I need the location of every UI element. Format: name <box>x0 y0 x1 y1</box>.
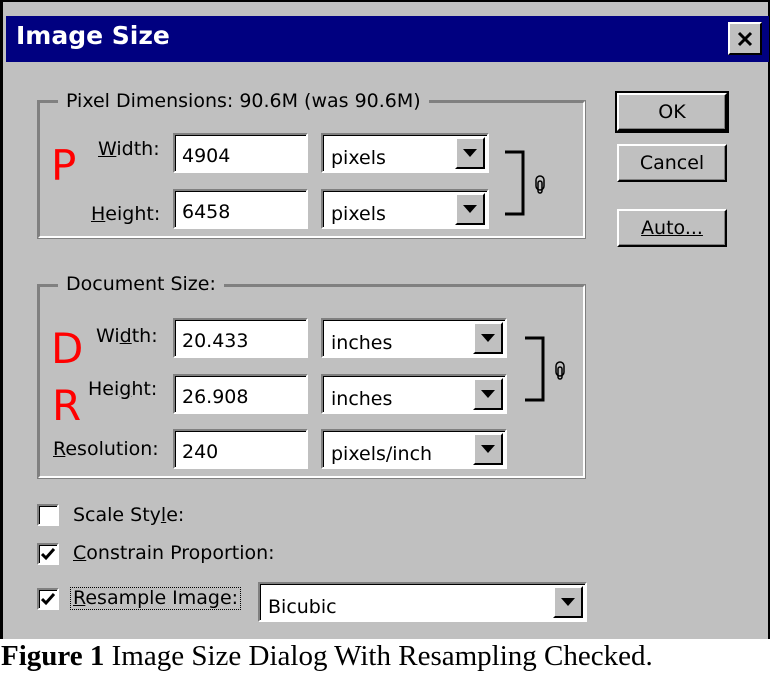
pixel-dimensions-legend: Pixel Dimensions: 90.6M (was 90.6M) <box>58 92 429 111</box>
document-height-label: Height: <box>88 378 158 400</box>
figure-caption: Figure 1 Image Size Dialog With Resampli… <box>1 640 653 672</box>
document-width-unit: inches <box>331 332 393 354</box>
close-icon <box>737 31 753 46</box>
resample-image-label: Resample Image: <box>69 587 242 610</box>
document-height-input[interactable]: 26.908 <box>173 374 308 414</box>
dropdown-arrow-icon[interactable] <box>473 378 503 410</box>
scale-styles-label: Scale Style: <box>73 504 185 526</box>
constrain-proportions-label: Constrain Proportion: <box>73 542 275 564</box>
checkmark-icon <box>41 548 55 561</box>
pixel-width-input[interactable]: 4904 <box>173 133 308 173</box>
image-size-dialog: Image Size Pixel Dimensions: 90.6M (was … <box>0 0 770 639</box>
pixel-width-label: Width: <box>98 138 160 160</box>
resolution-unit: pixels/inch <box>331 443 433 465</box>
document-width-input[interactable]: 20.433 <box>173 318 308 358</box>
resample-image-checkbox[interactable] <box>37 588 59 610</box>
pixel-height-unit-select[interactable]: pixels <box>321 189 489 229</box>
resolution-label: Resolution: <box>53 438 159 460</box>
dropdown-arrow-icon[interactable] <box>455 137 485 169</box>
document-marker-r: R <box>52 381 82 430</box>
document-size-legend: Document Size: <box>58 275 224 294</box>
pixel-width-unit-select[interactable]: pixels <box>321 133 489 173</box>
dropdown-arrow-icon[interactable] <box>455 193 485 225</box>
pixel-height-unit: pixels <box>331 203 386 225</box>
cancel-button[interactable]: Cancel <box>617 144 727 182</box>
resample-method: Bicubic <box>268 596 337 618</box>
pixel-height-label: Height: <box>91 203 161 225</box>
document-height-unit-select[interactable]: inches <box>321 374 507 414</box>
scale-styles-checkbox[interactable] <box>37 504 59 526</box>
resolution-unit-select[interactable]: pixels/inch <box>321 429 507 469</box>
dropdown-arrow-icon[interactable] <box>473 322 503 354</box>
ok-button[interactable]: OK <box>615 91 729 133</box>
document-width-unit-select[interactable]: inches <box>321 318 507 358</box>
dropdown-arrow-icon[interactable] <box>553 586 583 618</box>
auto-button[interactable]: Auto... <box>617 209 727 247</box>
pixel-width-unit: pixels <box>331 147 386 169</box>
document-height-unit: inches <box>331 388 393 410</box>
resolution-input[interactable]: 240 <box>173 429 308 469</box>
document-marker-d: D <box>51 324 84 373</box>
dropdown-arrow-icon[interactable] <box>473 433 503 465</box>
document-width-label: Width: <box>96 325 158 347</box>
resample-method-select[interactable]: Bicubic <box>258 582 587 622</box>
pixel-link-bracket-icon <box>505 150 545 216</box>
pixel-height-input[interactable]: 6458 <box>173 189 308 229</box>
document-link-bracket-icon <box>525 336 565 402</box>
title-bar: Image Size <box>6 16 769 62</box>
constrain-proportions-checkbox[interactable] <box>37 543 59 565</box>
pixel-marker: P <box>51 141 77 190</box>
close-button[interactable] <box>728 22 762 55</box>
checkmark-icon <box>41 593 55 606</box>
dialog-title: Image Size <box>16 21 170 50</box>
